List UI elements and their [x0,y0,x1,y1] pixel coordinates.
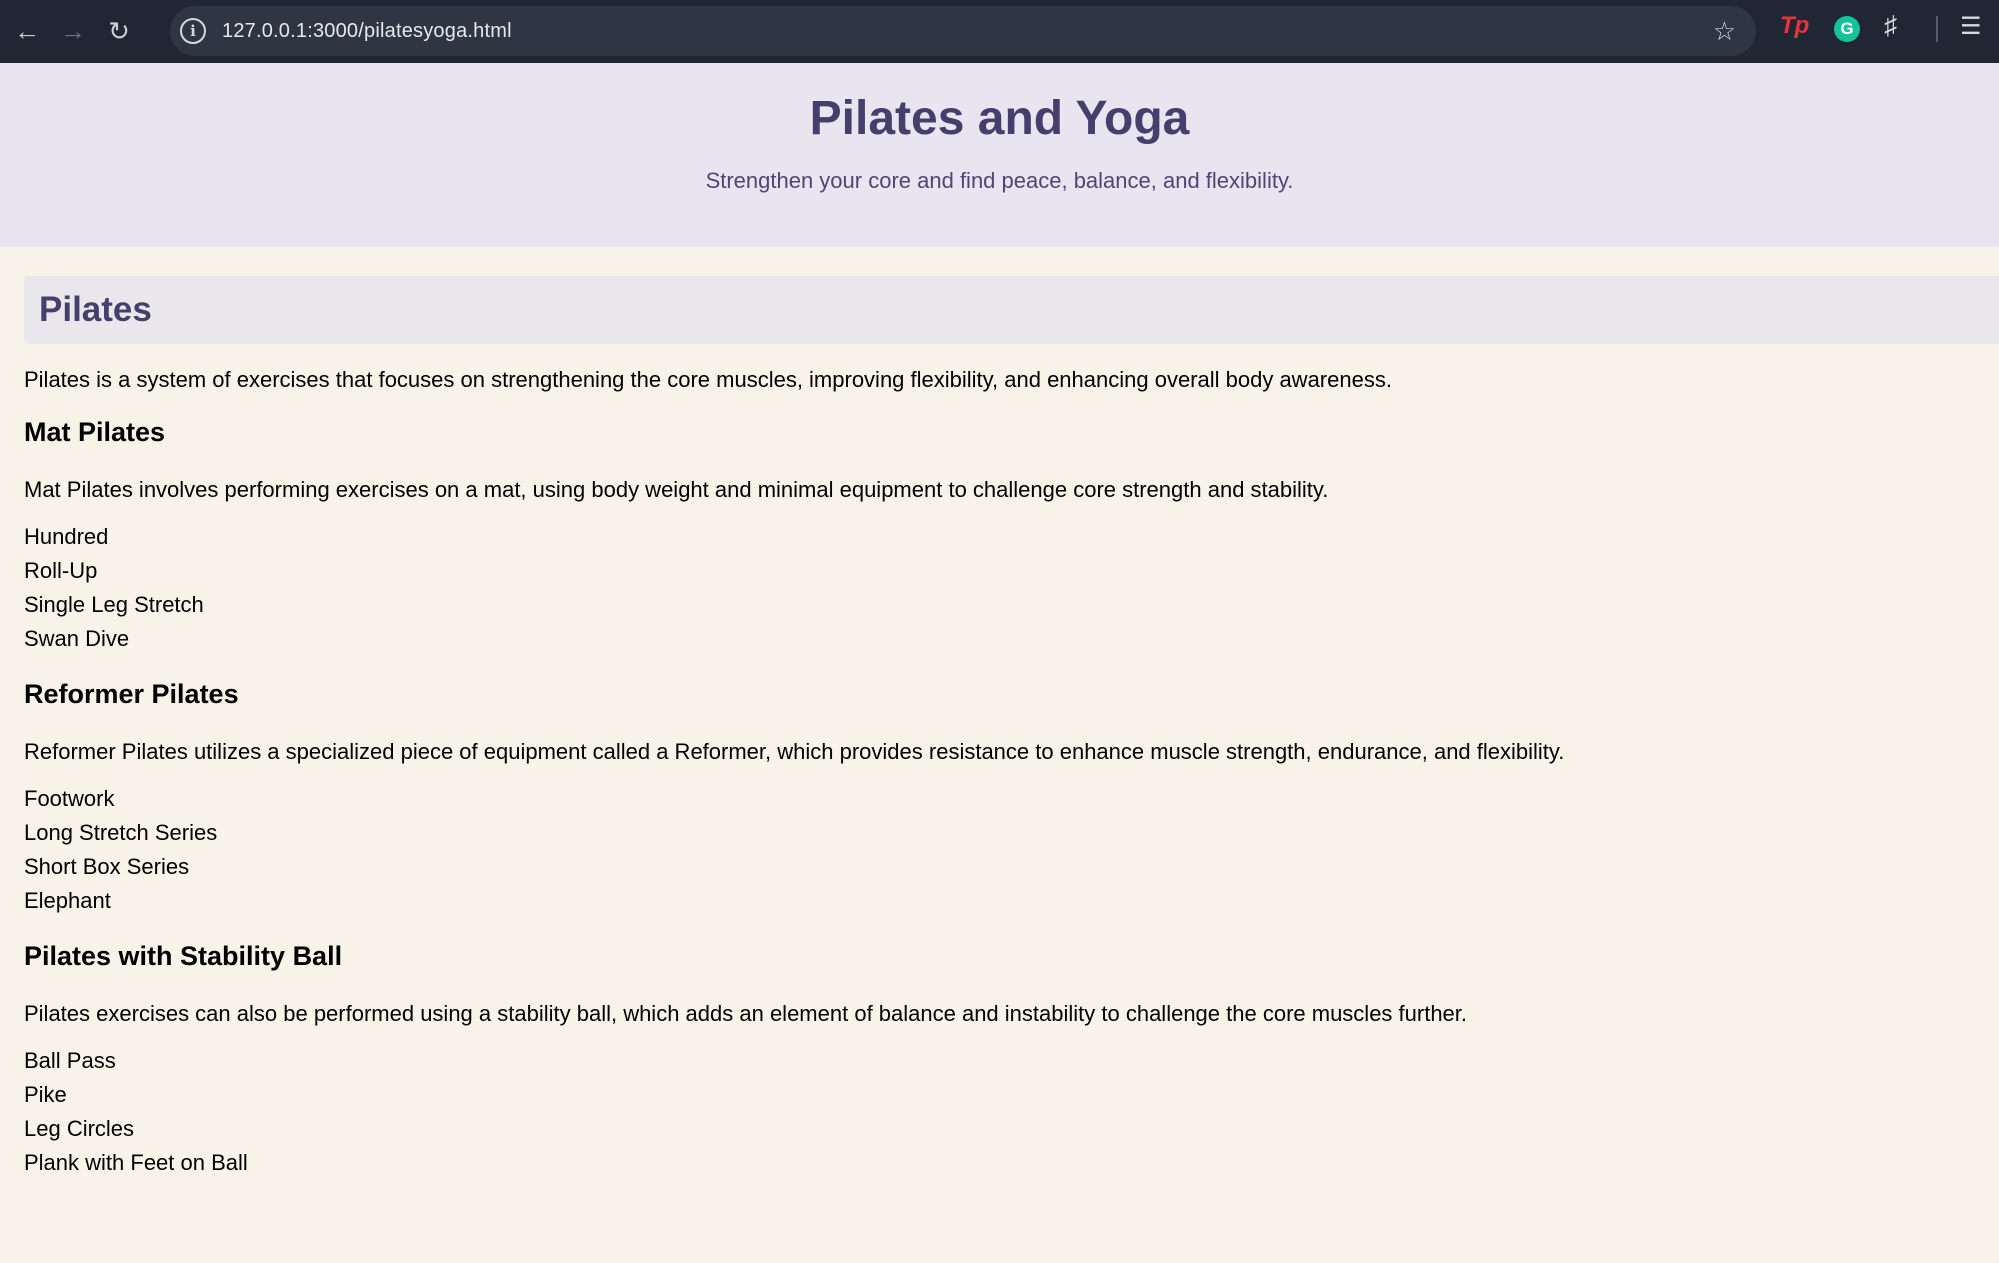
list-item: Footwork [24,786,115,811]
exercise-list-stability-ball: Ball Pass Pike Leg Circles Plank with Fe… [24,1044,1964,1180]
exercise-list-reformer: Footwork Long Stretch Series Short Box S… [24,782,1964,918]
subsection-title-mat: Mat Pilates [24,417,166,447]
main-content: Pilates is a system of exercises that fo… [24,360,1964,1180]
subsection-title-reformer: Reformer Pilates [24,679,239,709]
subsection-description-reformer: Reformer Pilates utilizes a specialized … [24,739,1565,764]
tp-extension-icon[interactable]: Tp [1780,12,1809,40]
puzzle-extensions-icon[interactable]: ♯ [1884,10,1897,41]
page-subtitle: Strengthen your core and find peace, bal… [705,168,1294,193]
list-item: Leg Circles [24,1116,135,1141]
address-url[interactable]: 127.0.0.1:3000/pilatesyoga.html [222,20,512,43]
site-info-icon[interactable]: i [180,18,206,44]
grammarly-icon[interactable]: G [1834,16,1860,42]
list-item: Pike [24,1082,67,1107]
list-item: Hundred [24,524,109,549]
section-intro: Pilates is a system of exercises that fo… [24,367,1392,392]
list-item: Ball Pass [24,1048,116,1073]
list-item: Long Stretch Series [24,820,218,845]
list-item: Plank with Feet on Ball [24,1150,248,1175]
exercise-list-mat: Hundred Roll-Up Single Leg Stretch Swan … [24,520,1964,656]
list-item: Swan Dive [24,626,130,651]
reload-icon[interactable]: ↻ [100,13,138,51]
bookmark-star-icon[interactable]: ☆ [1713,16,1736,47]
list-item: Elephant [24,888,111,913]
back-arrow-icon[interactable]: ← [8,13,46,51]
subsection-description-stability-ball: Pilates exercises can also be performed … [24,1001,1468,1026]
section-title: Pilates [39,290,152,329]
site-header: Pilates and Yoga Strengthen your core an… [0,63,1999,247]
subsection-description-mat: Mat Pilates involves performing exercise… [24,477,1329,502]
browser-toolbar: ← → ↻ i 127.0.0.1:3000/pilatesyoga.html … [0,0,1999,63]
page-title: Pilates and Yoga [809,92,1190,145]
toolbar-divider [1936,16,1938,42]
list-item: Roll-Up [24,558,98,583]
section-heading-bar: Pilates [24,276,1999,344]
list-item: Single Leg Stretch [24,592,204,617]
subsection-title-stability-ball: Pilates with Stability Ball [24,941,343,971]
list-item: Short Box Series [24,854,190,879]
address-bar[interactable]: i 127.0.0.1:3000/pilatesyoga.html ☆ [170,6,1756,56]
forward-arrow-icon[interactable]: → [54,13,92,51]
media-control-icon[interactable]: ☰ [1960,12,1982,41]
